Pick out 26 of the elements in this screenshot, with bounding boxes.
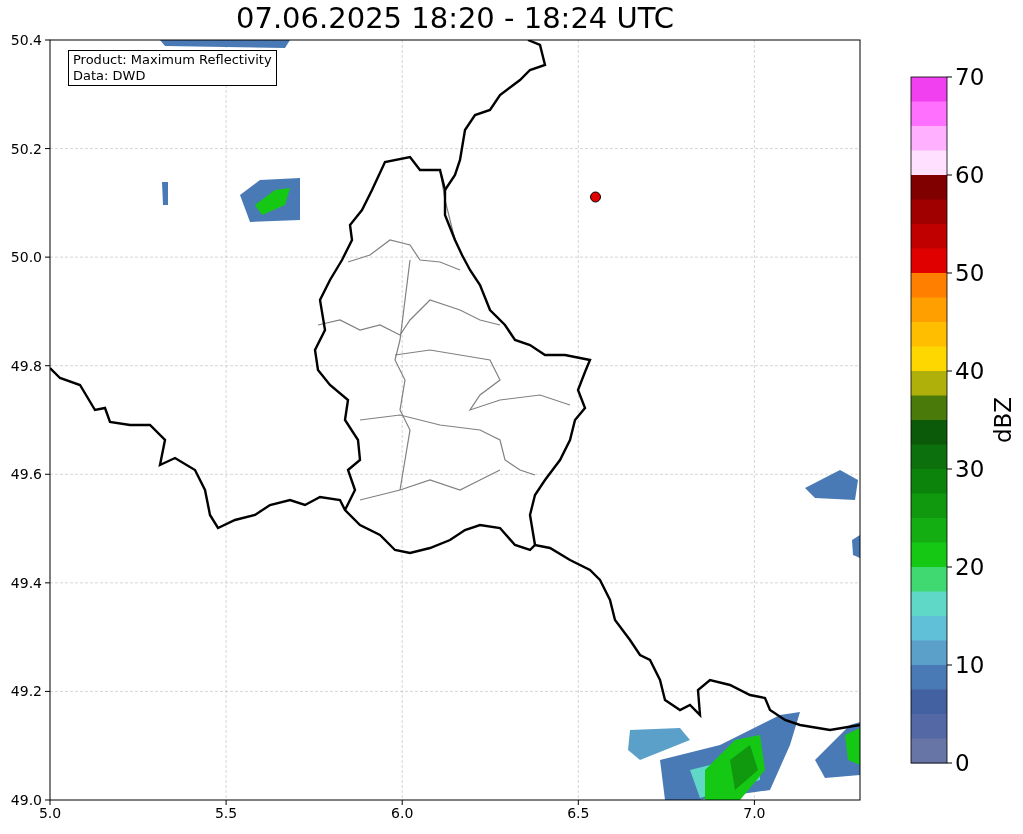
x-tick-label: 6.5	[567, 805, 590, 821]
x-tick-label: 7.0	[743, 805, 766, 821]
colorbar-tick-label: 50	[955, 260, 985, 286]
y-tick-label: 49.8	[10, 357, 42, 374]
y-tick-label: 50.2	[10, 140, 42, 157]
x-tick-label: 5.5	[214, 805, 238, 821]
x-tick-label: 6.0	[391, 805, 414, 821]
y-tick-label: 49.4	[10, 574, 42, 591]
location-marker-icon	[590, 191, 601, 203]
y-tick-label: 50.0	[10, 249, 42, 266]
y-tick-label: 49.0	[10, 792, 42, 808]
colorbar-tick-label: 20	[955, 554, 985, 580]
colorbar-tick-label: 70	[955, 64, 985, 90]
colorbar-tick-label: 60	[955, 162, 985, 188]
chart-title: 07.06.2025 18:20 - 18:24 UTC	[235, 0, 675, 32]
colorbar-label: dBZ	[990, 396, 1016, 444]
y-tick-label: 49.6	[10, 466, 42, 483]
legend-text: Product: Maximum Reflectivity	[73, 52, 272, 68]
colorbar-tick-label: 30	[955, 456, 985, 482]
colorbar-tick-label: 0	[955, 750, 970, 776]
legend-text: Data: DWD	[73, 68, 147, 84]
x-tick-label: 5.0	[38, 805, 62, 821]
colorbar-tick-label: 10	[955, 652, 985, 678]
colorbar-tick-label: 40	[955, 358, 985, 384]
y-tick-label: 50.4	[10, 32, 42, 48]
y-tick-label: 49.2	[10, 683, 42, 700]
